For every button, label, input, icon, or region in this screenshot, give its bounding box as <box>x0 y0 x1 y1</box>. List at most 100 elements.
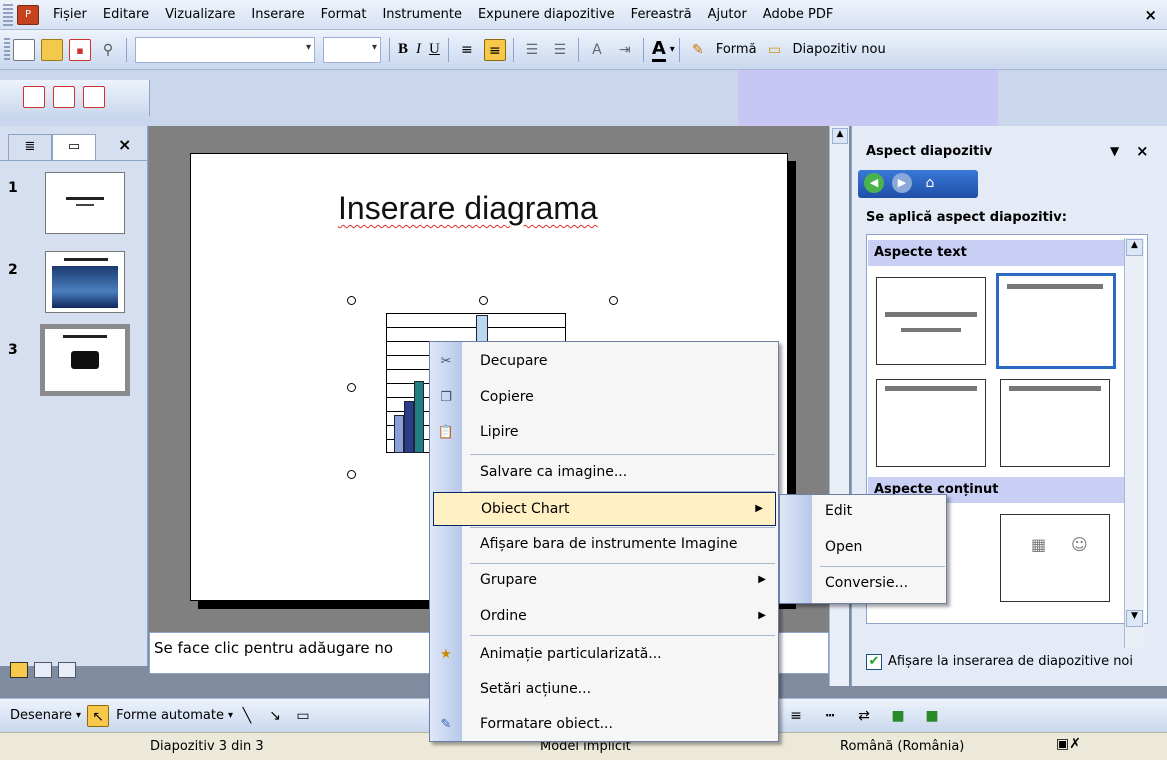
align-center-icon[interactable]: ≡ <box>483 38 506 61</box>
pdf-review-icon[interactable] <box>83 86 105 108</box>
menu-file[interactable]: Fișier <box>45 5 95 24</box>
resize-handle[interactable] <box>347 383 356 392</box>
layout-title-only[interactable] <box>996 273 1116 369</box>
menu-window[interactable]: Fereastră <box>623 5 700 24</box>
select-arrow-icon[interactable]: ↖ <box>87 704 110 727</box>
menu-view[interactable]: Vizualizare <box>157 5 243 24</box>
menu-item-action-settings[interactable]: Setări acțiune... <box>430 673 778 707</box>
menu-separator <box>470 635 775 636</box>
menu-separator <box>470 454 775 455</box>
font-size-combo[interactable] <box>323 36 381 63</box>
slideshow-view-icon[interactable] <box>58 662 76 678</box>
resize-handle[interactable] <box>479 296 488 305</box>
scroll-up-icon[interactable]: ▲ <box>832 128 848 144</box>
bold-button[interactable]: B <box>398 41 408 58</box>
submenu-item-edit[interactable]: Edit <box>825 503 852 519</box>
shadow-icon[interactable]: ■ <box>887 705 909 727</box>
line-style-icon[interactable]: ≡ <box>785 705 807 727</box>
close-icon[interactable]: × <box>1144 6 1157 24</box>
increase-font-icon[interactable]: A <box>586 39 608 61</box>
chevron-down-icon[interactable]: ▾ <box>670 44 675 55</box>
pdf-icon[interactable]: ▪ <box>69 38 91 61</box>
menu-item-save-as-picture[interactable]: Salvare ca imagine... <box>430 456 778 490</box>
back-icon[interactable]: ◀ <box>864 173 884 193</box>
font-color-button[interactable]: A <box>651 38 666 62</box>
menu-item-custom-animation[interactable]: ★ Animație particularizată... <box>430 638 778 672</box>
spelling-status-icon[interactable]: ▣✗ <box>1056 736 1081 752</box>
forward-icon[interactable]: ▶ <box>892 173 912 193</box>
chevron-down-icon[interactable]: ▾ <box>228 710 233 721</box>
submenu-item-convert[interactable]: Conversie... <box>825 575 908 591</box>
resize-handle[interactable] <box>347 296 356 305</box>
tab-outline[interactable]: ≣ <box>8 134 52 160</box>
menu-edit[interactable]: Editare <box>95 5 157 24</box>
normal-view-icon[interactable] <box>10 662 28 678</box>
new-document-icon[interactable] <box>13 38 35 61</box>
bullets-icon[interactable]: ☰ <box>549 39 571 61</box>
layout-title-slide[interactable] <box>876 277 986 365</box>
align-left-icon[interactable]: ≡ <box>456 39 478 61</box>
shape-button[interactable]: Formă <box>716 42 757 57</box>
layout-title-text[interactable] <box>876 379 986 467</box>
resize-handle[interactable] <box>347 470 356 479</box>
toolbar-grip[interactable] <box>4 37 10 62</box>
menu-item-paste[interactable]: 📋 Lipire <box>430 416 778 450</box>
sorter-view-icon[interactable] <box>34 662 52 678</box>
dash-style-icon[interactable]: ┅ <box>819 705 841 727</box>
menu-item-format-object[interactable]: ✎ Formatare obiect... <box>430 708 778 742</box>
numbering-icon[interactable]: ☰ <box>521 39 543 61</box>
menu-item-label: Animație particularizată... <box>480 646 662 662</box>
print-preview-icon[interactable]: ⚲ <box>97 39 119 61</box>
font-name-combo[interactable] <box>135 36 315 63</box>
draw-menu-button[interactable]: Desenare <box>10 708 72 723</box>
menu-tools[interactable]: Instrumente <box>374 5 470 24</box>
slide-thumbnail-2[interactable] <box>45 251 125 313</box>
underline-button[interactable]: U <box>429 41 440 58</box>
menu-item-grouping[interactable]: Grupare ▶ <box>430 564 778 598</box>
slide-number: 3 <box>8 342 18 358</box>
menu-slideshow[interactable]: Expunere diapozitive <box>470 5 623 24</box>
notes-placeholder: Se face clic pentru adăugare no <box>154 639 394 657</box>
menu-item-show-picture-toolbar[interactable]: Afișare bara de instrumente Imagine <box>430 528 778 562</box>
menu-item-copy[interactable]: ❐ Copiere <box>430 381 778 415</box>
resize-handle[interactable] <box>609 296 618 305</box>
pdf-convert-icon[interactable] <box>23 86 45 108</box>
scroll-down-icon[interactable]: ▼ <box>1126 610 1143 627</box>
italic-button[interactable]: I <box>416 41 421 58</box>
show-on-insert-checkbox[interactable]: ✔ <box>866 654 882 670</box>
layout-scrollbar[interactable]: ▲ ▼ <box>1124 238 1144 648</box>
arrow-icon[interactable]: ↘ <box>264 705 286 727</box>
menu-insert[interactable]: Inserare <box>243 5 312 24</box>
menu-item-order[interactable]: Ordine ▶ <box>430 600 778 634</box>
pdf-email-icon[interactable] <box>53 86 75 108</box>
arrow-style-icon[interactable]: ⇄ <box>853 705 875 727</box>
menu-help[interactable]: Ajutor <box>700 5 755 24</box>
slide-thumbnail-1[interactable] <box>45 172 125 234</box>
task-pane-menu-icon[interactable]: ▼ <box>1110 144 1119 158</box>
chevron-down-icon[interactable]: ▾ <box>76 710 81 721</box>
home-icon[interactable]: ⌂ <box>920 173 940 193</box>
new-slide-button[interactable]: Diapozitiv nou <box>793 42 886 57</box>
open-folder-icon[interactable] <box>41 38 63 61</box>
tab-slides[interactable]: ▭ <box>52 134 96 160</box>
submenu-item-open[interactable]: Open <box>825 539 862 555</box>
close-icon[interactable]: × <box>118 135 131 154</box>
toolbar-grip[interactable] <box>3 3 13 26</box>
autoshapes-button[interactable]: Forme automate <box>116 708 224 723</box>
menu-format[interactable]: Format <box>313 5 375 24</box>
line-icon[interactable]: ╲ <box>236 705 258 727</box>
menu-item-cut[interactable]: ✂ Decupare <box>430 345 778 379</box>
menu-item-chart-object[interactable]: Obiect Chart ▶ <box>433 492 776 526</box>
indent-icon[interactable]: ⇥ <box>614 39 636 61</box>
menu-adobe-pdf[interactable]: Adobe PDF <box>755 5 842 24</box>
close-icon[interactable]: × <box>1136 142 1149 160</box>
slide-title[interactable]: Inserare diagrama <box>338 190 598 227</box>
slide-thumbnail-3[interactable] <box>40 324 130 396</box>
layout-two-columns[interactable] <box>1000 379 1110 467</box>
scroll-up-icon[interactable]: ▲ <box>1126 239 1143 256</box>
rectangle-icon[interactable]: ▭ <box>292 705 314 727</box>
pdf-toolbar-row <box>0 70 1167 126</box>
3d-icon[interactable]: ■ <box>921 705 943 727</box>
app-icon[interactable]: P <box>17 4 39 25</box>
layout-content[interactable]: ▦ ☺ <box>1000 514 1110 602</box>
